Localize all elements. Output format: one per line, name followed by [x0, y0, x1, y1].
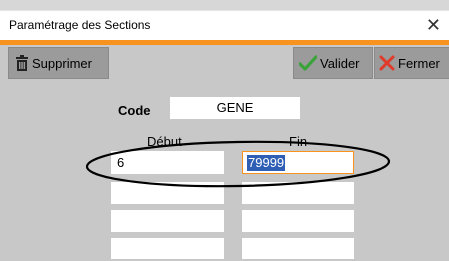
valider-button[interactable]: Valider [293, 47, 373, 79]
debut-input-row-4[interactable] [111, 238, 224, 259]
debut-input-row-2[interactable] [111, 182, 224, 204]
close-icon [379, 55, 395, 71]
debut-value-row-1: 6 [117, 155, 125, 170]
supprimer-button[interactable]: Supprimer [8, 47, 109, 79]
fermer-button[interactable]: Fermer [374, 47, 449, 79]
fin-value-row-3 [242, 214, 248, 229]
fin-input-row-4[interactable] [242, 238, 354, 259]
trash-icon [16, 55, 28, 71]
fermer-label: Fermer [398, 55, 440, 71]
valider-label: Valider [320, 55, 360, 71]
window-close-icon[interactable]: ✕ [426, 15, 441, 35]
debut-value-row-3 [111, 214, 117, 229]
fin-value-row-1: 79999 [247, 155, 286, 171]
column-header-fin: Fin [289, 134, 308, 149]
fin-value-row-4 [242, 242, 248, 257]
fin-value-row-2 [242, 186, 248, 201]
supprimer-label: Supprimer [32, 55, 92, 71]
fin-input-row-2[interactable] [242, 182, 354, 204]
debut-value-row-4 [111, 242, 117, 257]
top-strip [0, 0, 449, 10]
debut-value-row-2 [111, 186, 117, 201]
code-label: Code [118, 103, 151, 118]
window-title: Paramétrage des Sections [9, 18, 151, 32]
toolbar: Supprimer Valider Fermer [0, 45, 449, 81]
code-field[interactable]: GENE [170, 97, 300, 119]
column-header-debut: Début [147, 134, 182, 149]
window-titlebar: Paramétrage des Sections ✕ [0, 10, 449, 41]
fin-input-row-3[interactable] [242, 210, 354, 232]
debut-input-row-3[interactable] [111, 210, 224, 232]
fin-input-row-1[interactable]: 79999 [242, 151, 354, 174]
check-icon [299, 55, 317, 71]
debut-input-row-1[interactable]: 6 [111, 151, 224, 174]
